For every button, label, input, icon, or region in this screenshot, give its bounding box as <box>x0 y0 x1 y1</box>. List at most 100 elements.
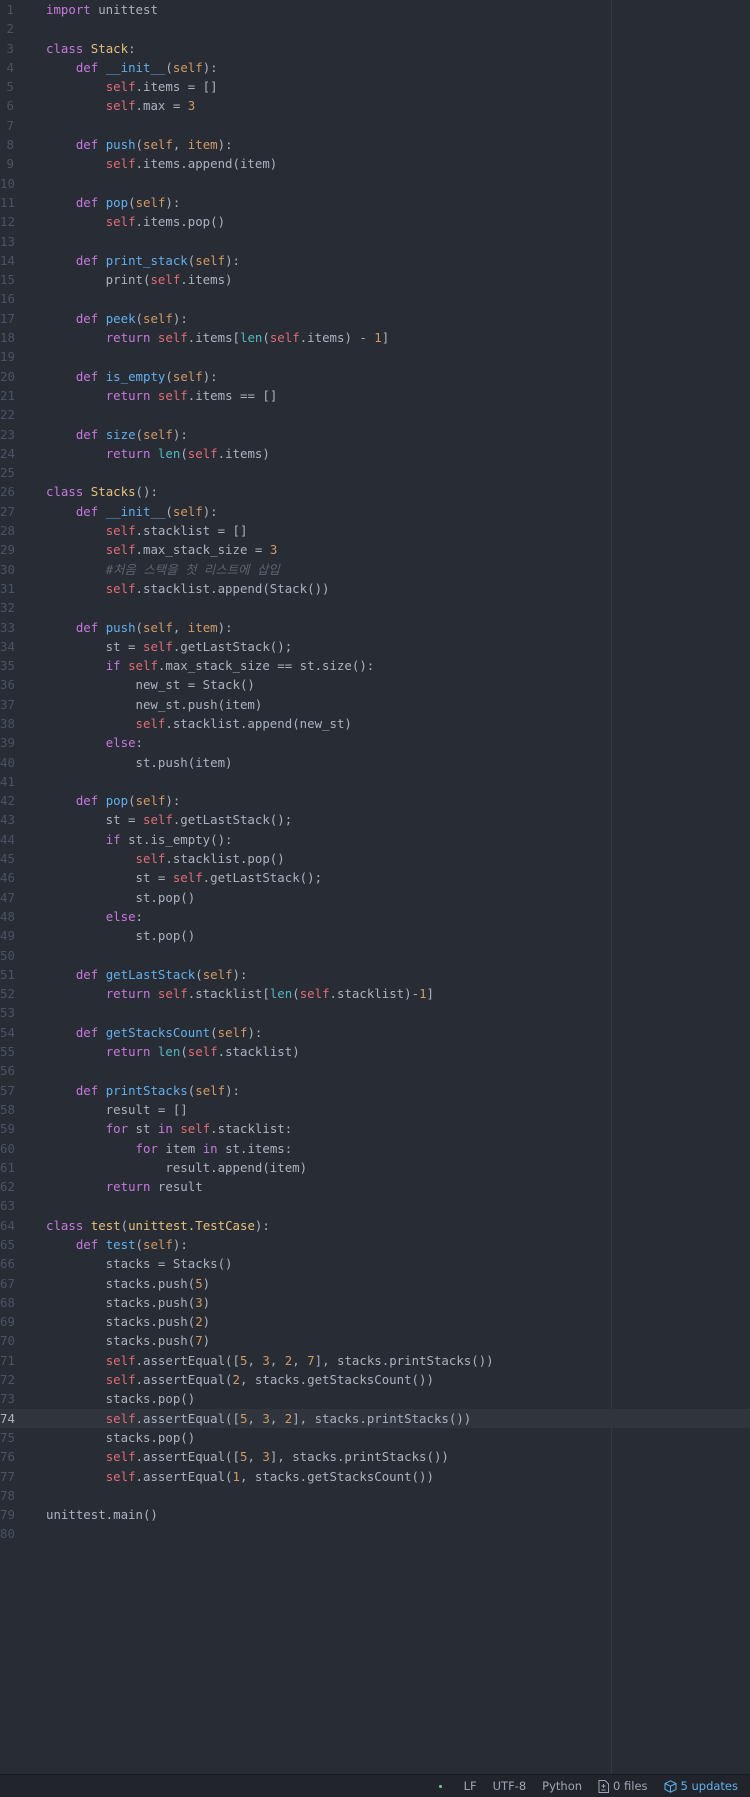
code-line[interactable]: 47 st.pop() <box>0 888 750 907</box>
line-number[interactable]: 74 <box>0 1409 15 1428</box>
line-number[interactable]: 37 <box>0 695 15 714</box>
line-number[interactable]: 57 <box>0 1081 15 1100</box>
line-number[interactable]: 72 <box>0 1370 15 1389</box>
line-number[interactable]: 48 <box>0 907 15 926</box>
line-number[interactable]: 28 <box>0 521 15 540</box>
line-number[interactable]: 45 <box>0 849 15 868</box>
code-line[interactable]: 51 def getLastStack(self): <box>0 965 750 984</box>
code-line[interactable]: 55 return len(self.stacklist) <box>0 1042 750 1061</box>
code-line[interactable]: 26 class Stacks(): <box>0 482 750 501</box>
line-number[interactable]: 32 <box>0 598 15 617</box>
code-line[interactable]: 66 stacks = Stacks() <box>0 1254 750 1273</box>
code-line[interactable]: 16 <box>0 289 750 308</box>
line-number[interactable]: 15 <box>0 270 15 289</box>
code-line[interactable]: 8 def push(self, item): <box>0 135 750 154</box>
line-number[interactable]: 75 <box>0 1428 15 1447</box>
code-line[interactable]: 73 stacks.pop() <box>0 1389 750 1408</box>
line-number[interactable]: 1 <box>0 0 14 19</box>
line-number[interactable]: 10 <box>0 174 15 193</box>
code-line[interactable]: 4 def __init__(self): <box>0 58 750 77</box>
code-line[interactable]: 63 <box>0 1196 750 1215</box>
line-number[interactable]: 3 <box>0 39 14 58</box>
line-number[interactable]: 64 <box>0 1216 15 1235</box>
code-line[interactable]: 52 return self.stacklist[len(self.stackl… <box>0 984 750 1003</box>
line-number[interactable]: 69 <box>0 1312 15 1331</box>
line-number[interactable]: 50 <box>0 946 15 965</box>
line-number[interactable]: 47 <box>0 888 15 907</box>
package-updates-button[interactable]: 5 updates <box>656 1779 746 1793</box>
line-number[interactable]: 31 <box>0 579 15 598</box>
line-number[interactable]: 62 <box>0 1177 15 1196</box>
code-line[interactable]: 35 if self.max_stack_size == st.size(): <box>0 656 750 675</box>
line-number[interactable]: 17 <box>0 309 15 328</box>
line-number[interactable]: 22 <box>0 405 15 424</box>
code-line[interactable]: 44 if st.is_empty(): <box>0 830 750 849</box>
code-line[interactable]: 60 for item in st.items: <box>0 1139 750 1158</box>
code-line[interactable]: 13 <box>0 232 750 251</box>
line-number[interactable]: 56 <box>0 1061 15 1080</box>
line-number[interactable]: 18 <box>0 328 15 347</box>
line-number[interactable]: 23 <box>0 425 15 444</box>
line-number[interactable]: 63 <box>0 1196 15 1215</box>
code-line[interactable]: 11 def pop(self): <box>0 193 750 212</box>
line-number[interactable]: 12 <box>0 212 15 231</box>
line-number[interactable]: 52 <box>0 984 15 1003</box>
line-number[interactable]: 6 <box>0 96 14 115</box>
code-line[interactable]: 7 <box>0 116 750 135</box>
line-number[interactable]: 26 <box>0 482 15 501</box>
line-number[interactable]: 49 <box>0 926 15 945</box>
code-line[interactable]: 56 <box>0 1061 750 1080</box>
code-line[interactable]: 28 self.stacklist = [] <box>0 521 750 540</box>
line-number[interactable]: 33 <box>0 618 15 637</box>
line-number[interactable]: 5 <box>0 77 14 96</box>
code-line[interactable]: 42 def pop(self): <box>0 791 750 810</box>
code-line[interactable]: 31 self.stacklist.append(Stack()) <box>0 579 750 598</box>
line-number[interactable]: 25 <box>0 463 15 482</box>
line-number[interactable]: 59 <box>0 1119 15 1138</box>
code-line[interactable]: 25 <box>0 463 750 482</box>
line-number[interactable]: 44 <box>0 830 15 849</box>
code-line[interactable]: 40 st.push(item) <box>0 753 750 772</box>
line-number[interactable]: 79 <box>0 1505 15 1524</box>
code-line[interactable]: 39 else: <box>0 733 750 752</box>
code-line[interactable]: 27 def __init__(self): <box>0 502 750 521</box>
code-line[interactable]: 14 def print_stack(self): <box>0 251 750 270</box>
line-number[interactable]: 41 <box>0 772 15 791</box>
line-number[interactable]: 67 <box>0 1274 15 1293</box>
code-line[interactable]: 6 self.max = 3 <box>0 96 750 115</box>
code-line[interactable]: 10 <box>0 174 750 193</box>
code-line[interactable]: 9 self.items.append(item) <box>0 154 750 173</box>
line-number[interactable]: 4 <box>0 58 14 77</box>
line-number[interactable]: 35 <box>0 656 15 675</box>
grammar-selector[interactable]: Python <box>534 1779 590 1793</box>
code-line[interactable]: 33 def push(self, item): <box>0 618 750 637</box>
code-line[interactable]: 61 result.append(item) <box>0 1158 750 1177</box>
line-number[interactable]: 20 <box>0 367 15 386</box>
line-number[interactable]: 65 <box>0 1235 15 1254</box>
code-line[interactable]: 43 st = self.getLastStack(); <box>0 810 750 829</box>
line-ending-selector[interactable]: LF <box>456 1779 485 1793</box>
line-number[interactable]: 66 <box>0 1254 15 1273</box>
code-lines[interactable]: 1 import unittest 2 3 class Stack: 4 def __in… <box>0 0 750 1544</box>
line-number[interactable]: 40 <box>0 753 15 772</box>
code-line[interactable]: 72 self.assertEqual(2, stacks.getStacksC… <box>0 1370 750 1389</box>
code-line[interactable]: 32 <box>0 598 750 617</box>
code-line[interactable]: 80 <box>0 1524 750 1543</box>
code-line[interactable]: 15 print(self.items) <box>0 270 750 289</box>
line-number[interactable]: 11 <box>0 193 15 212</box>
line-number[interactable]: 38 <box>0 714 15 733</box>
line-number[interactable]: 43 <box>0 810 15 829</box>
code-line[interactable]: 22 <box>0 405 750 424</box>
code-line[interactable]: 1 import unittest <box>0 0 750 19</box>
line-number[interactable]: 19 <box>0 347 15 366</box>
code-line[interactable]: 37 new_st.push(item) <box>0 695 750 714</box>
code-line[interactable]: 24 return len(self.items) <box>0 444 750 463</box>
code-line[interactable]: 3 class Stack: <box>0 39 750 58</box>
line-number[interactable]: 16 <box>0 289 15 308</box>
line-number[interactable]: 27 <box>0 502 15 521</box>
code-line[interactable]: 36 new_st = Stack() <box>0 675 750 694</box>
code-line[interactable]: 5 self.items = [] <box>0 77 750 96</box>
line-number[interactable]: 78 <box>0 1486 15 1505</box>
line-number[interactable]: 46 <box>0 868 15 887</box>
code-line[interactable]: 78 <box>0 1486 750 1505</box>
